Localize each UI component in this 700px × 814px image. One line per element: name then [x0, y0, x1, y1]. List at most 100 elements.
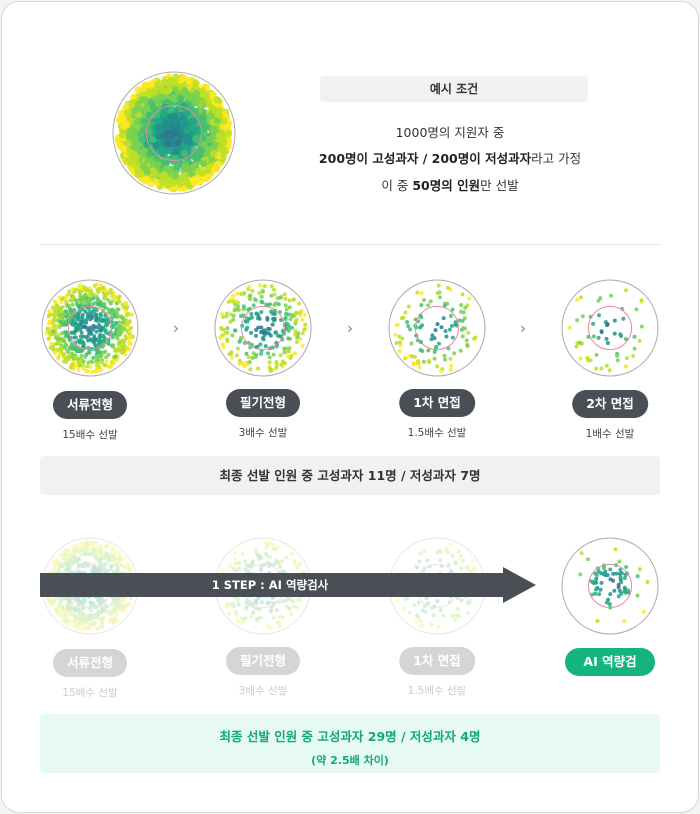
applicant-dot: [68, 365, 73, 370]
applicant-dot: [70, 560, 75, 565]
applicant-dot: [124, 309, 129, 314]
applicant-dot: [251, 303, 256, 308]
applicant-dot: [259, 310, 264, 315]
applicant-dot: [108, 301, 113, 306]
applicant-dot: [235, 291, 240, 296]
applicant-dot: [62, 555, 67, 560]
applicant-dot: [233, 550, 238, 555]
applicant-dot: [293, 319, 298, 324]
applicant-dot: [60, 296, 65, 301]
applicant-dot: [423, 609, 428, 614]
applicant-dot: [79, 552, 84, 557]
applicant-dot: [88, 325, 93, 330]
applicant-dot: [421, 298, 426, 303]
applicant-dot: [641, 609, 646, 614]
applicant-dot: [53, 313, 58, 318]
applicant-dot: [83, 286, 88, 291]
applicant-dot: [285, 349, 290, 354]
applicant-dot: [92, 542, 97, 547]
applicant-dot: [248, 296, 253, 301]
applicant-dot: [270, 541, 275, 546]
applicant-dot: [117, 551, 122, 556]
applicant-dot: [87, 289, 92, 294]
applicant-dot: [458, 348, 463, 353]
example-line2: 200명이 고성과자 / 200명이 저성과자라고 가정: [300, 148, 600, 167]
applicant-dot: [272, 302, 277, 307]
applicant-dot: [224, 311, 229, 316]
applicant-dot: [120, 350, 125, 355]
applicant-dot: [92, 615, 97, 620]
applicant-dot: [141, 105, 149, 113]
applicant-dot: [154, 100, 163, 108]
applicant-dot: [112, 293, 117, 298]
applicant-dot: [604, 336, 609, 341]
applicant-dot: [98, 317, 103, 322]
applicant-dot: [245, 325, 250, 330]
applicant-dot: [162, 164, 170, 173]
applicant-dot: [104, 359, 109, 364]
applicant-dot: [181, 87, 189, 95]
applicant-dot: [244, 351, 249, 356]
applicant-dot: [76, 626, 81, 631]
applicant-dot: [122, 556, 127, 561]
applicant-dot: [117, 326, 122, 331]
applicant-dot: [96, 615, 101, 620]
applicant-dot: [448, 313, 453, 318]
applicant-dot: [444, 334, 449, 339]
applicant-dot: [286, 328, 291, 333]
applicant-dot: [247, 316, 252, 321]
example-line1: 1000명의 지원자 중: [395, 125, 505, 140]
applicant-dot: [60, 331, 65, 336]
applicant-dot: [399, 316, 404, 321]
applicant-dot: [250, 288, 255, 293]
applicant-dot: [418, 347, 423, 352]
applicant-dot: [448, 356, 453, 361]
applicant-dot: [103, 349, 108, 354]
stage-pill-written: 필기전형: [225, 389, 301, 417]
applicant-dot: [187, 91, 195, 100]
applicant-dot: [159, 93, 167, 101]
applicant-dot: [242, 291, 247, 296]
applicant-dot: [76, 338, 81, 343]
applicant-dot: [215, 131, 223, 139]
applicant-dot: [277, 614, 282, 619]
applicant-dot: [176, 94, 185, 103]
applicant-dot: [436, 283, 441, 288]
applicant-dot: [101, 333, 106, 338]
applicant-dot: [67, 622, 72, 627]
applicant-dot: [245, 362, 250, 367]
applicant-dot: [54, 607, 59, 612]
applicant-dot: [567, 325, 572, 330]
applicant-dot: [406, 304, 411, 309]
applicant-dot: [220, 312, 225, 317]
applicant-dot: [131, 143, 140, 152]
applicant-dot: [453, 322, 458, 327]
applicant-dot: [635, 574, 640, 579]
applicant-dot: [637, 567, 642, 572]
applicant-dot: [81, 342, 86, 347]
applicant-dot: [64, 309, 69, 314]
applicant-dot: [398, 340, 403, 345]
applicant-dot: [438, 608, 443, 613]
applicant-dot: [161, 171, 169, 179]
applicant-dot: [290, 551, 295, 556]
applicant-dot: [76, 317, 81, 322]
applicant-dot: [604, 600, 609, 605]
applicant-dot: [251, 351, 256, 356]
applicant-dot: [99, 551, 104, 556]
applicant-dot: [88, 614, 93, 619]
applicant-dot: [225, 338, 230, 343]
applicant-dot: [297, 562, 302, 567]
applicant-dot: [282, 292, 287, 297]
applicant-dot: [599, 366, 604, 371]
applicant-dot: [466, 611, 471, 616]
applicant-dot: [578, 295, 583, 300]
applicant-dot: [455, 607, 460, 612]
applicant-dot: [94, 552, 99, 557]
applicant-dot: [605, 340, 610, 345]
applicant-dot: [290, 312, 295, 317]
applicant-dot: [83, 543, 88, 548]
applicant-dot: [441, 613, 446, 618]
applicant-dot: [246, 355, 251, 360]
applicant-dot: [235, 300, 240, 305]
